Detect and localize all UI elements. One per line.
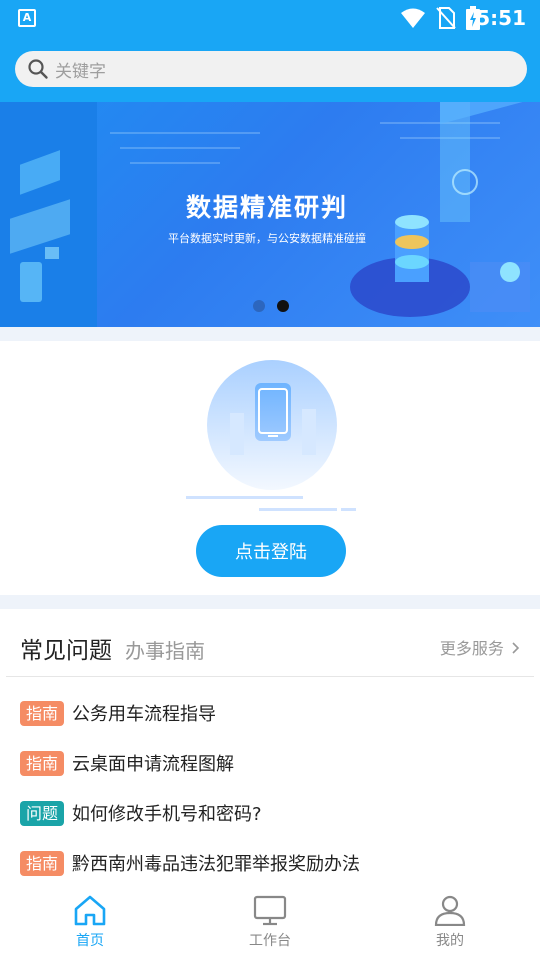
guide-tag: 指南 bbox=[20, 750, 65, 776]
nav-mine[interactable]: 我的 bbox=[360, 882, 540, 960]
nav-workbench-label: 工作台 bbox=[249, 933, 291, 949]
banner-title: 数据精准研判 bbox=[185, 193, 348, 222]
guide-tag: 指南 bbox=[20, 700, 65, 726]
list-item[interactable]: 指南 云桌面申请流程图解 bbox=[20, 738, 360, 788]
divider bbox=[6, 676, 534, 677]
more-services-link[interactable]: 更多服务 bbox=[440, 635, 520, 659]
item-title: 公务用车流程指导 bbox=[72, 704, 217, 725]
wifi-icon bbox=[401, 8, 425, 28]
status-bar: A 5:51 bbox=[0, 0, 540, 36]
phone-illustration-icon bbox=[186, 360, 356, 511]
tab-service-guide[interactable]: 办事指南 bbox=[125, 635, 205, 664]
search-icon bbox=[28, 59, 48, 79]
header: A 5:51 关键字 bbox=[0, 0, 540, 102]
banner-carousel[interactable]: 数据精准研判 平台数据实时更新，与公安数据精准碰撞 bbox=[0, 102, 540, 327]
list-item[interactable]: 问题 如何修改手机号和密码? bbox=[20, 788, 360, 838]
carousel-dot-2[interactable] bbox=[277, 300, 289, 312]
more-services-label: 更多服务 bbox=[439, 639, 504, 658]
nav-home[interactable]: 首页 bbox=[0, 882, 180, 960]
faq-tabs: 常见问题 办事指南 bbox=[20, 631, 205, 665]
item-title: 黔西南州毒品违法犯罪举报奖励办法 bbox=[72, 854, 361, 875]
list-item[interactable]: 指南 黔西南州毒品违法犯罪举报奖励办法 bbox=[20, 838, 360, 888]
banner-subtitle: 平台数据实时更新，与公安数据精准碰撞 bbox=[168, 232, 366, 245]
home-icon bbox=[74, 895, 106, 926]
search-bar[interactable]: 关键字 bbox=[15, 51, 527, 87]
search-placeholder: 关键字 bbox=[55, 61, 106, 82]
carousel-dot-1[interactable] bbox=[253, 300, 265, 312]
item-title: 如何修改手机号和密码? bbox=[72, 804, 262, 825]
login-button[interactable]: 点击登陆 bbox=[196, 525, 346, 577]
nav-workbench[interactable]: 工作台 bbox=[180, 882, 360, 960]
question-tag: 问题 bbox=[20, 800, 65, 826]
login-card: 点击登陆 bbox=[0, 341, 540, 595]
item-title: 云桌面申请流程图解 bbox=[72, 754, 235, 775]
faq-list: 指南 公务用车流程指导 指南 云桌面申请流程图解 问题 如何修改手机号和密码? … bbox=[20, 688, 360, 888]
nav-mine-label: 我的 bbox=[436, 933, 464, 949]
nav-home-label: 首页 bbox=[76, 933, 104, 949]
user-icon bbox=[434, 895, 466, 926]
list-item[interactable]: 指南 公务用车流程指导 bbox=[20, 688, 360, 738]
no-sim-icon bbox=[436, 7, 456, 29]
guide-tag: 指南 bbox=[20, 850, 65, 876]
bottom-nav: 首页 工作台 我的 bbox=[0, 882, 540, 960]
app-notification-icon: A bbox=[18, 9, 36, 27]
monitor-icon bbox=[253, 895, 287, 926]
status-time: 5:51 bbox=[476, 6, 526, 30]
tab-common-questions[interactable]: 常见问题 bbox=[20, 631, 112, 665]
chevron-right-icon bbox=[512, 642, 520, 654]
